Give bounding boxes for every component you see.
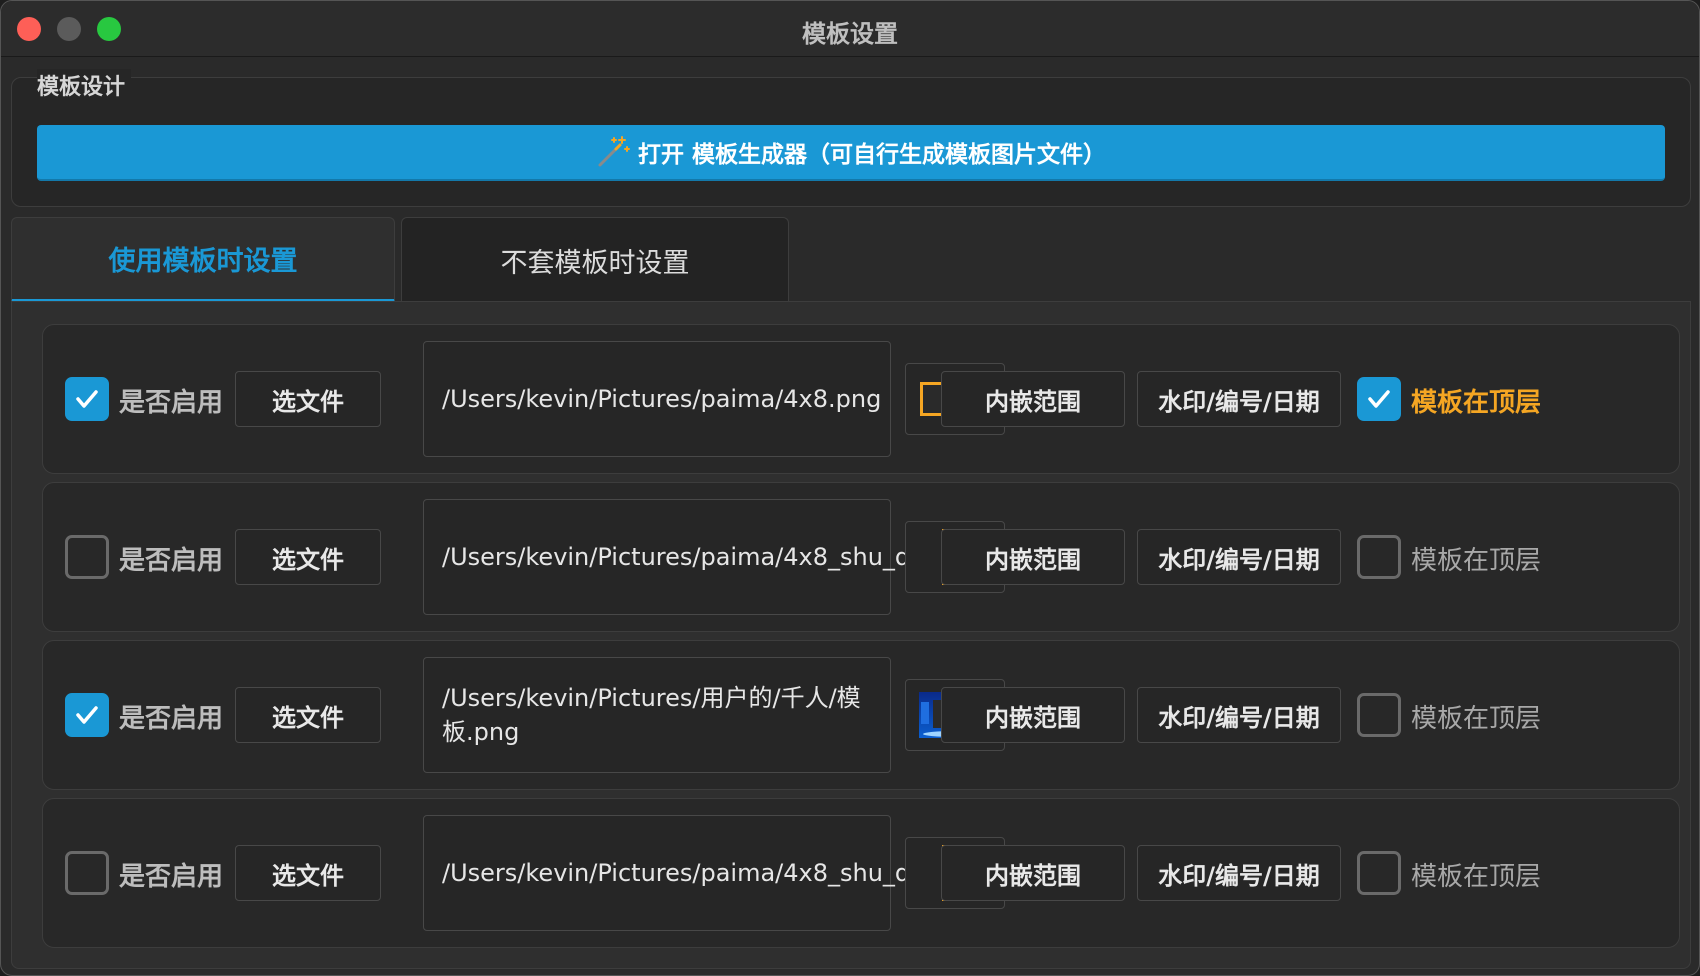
file-path-text: /Users/kevin/Pictures/用户的/千人/模板.png — [442, 684, 861, 746]
template-on-top-label: 模板在顶层 — [1411, 388, 1542, 418]
title-bar: 模板设置 — [1, 1, 1699, 57]
embed-range-button[interactable]: 内嵌范围 — [941, 687, 1125, 743]
template-row: 是否启用 选文件 /Users/kevin/Pictures/用户的/千人/模板… — [42, 640, 1680, 790]
tab-with-template[interactable]: 使用模板时设置 — [11, 217, 395, 303]
checkmark-icon — [76, 390, 98, 408]
watermark-number-date-button[interactable]: 水印/编号/日期 — [1137, 845, 1341, 901]
template-settings-window: 模板设置 模板设计 打开 模板生成器（可自行生成模板图片文件） 使用模板时设置 … — [0, 0, 1700, 976]
open-template-generator-button[interactable]: 打开 模板生成器（可自行生成模板图片文件） — [37, 125, 1665, 181]
enable-checkbox[interactable] — [65, 693, 109, 737]
choose-file-button[interactable]: 选文件 — [235, 371, 381, 427]
template-on-top-checkbox[interactable] — [1357, 377, 1401, 421]
template-row: 是否启用 选文件 /Users/kevin/Pictures/paima/4x8… — [42, 482, 1680, 632]
embed-range-button[interactable]: 内嵌范围 — [941, 845, 1125, 901]
file-path-field: /Users/kevin/Pictures/paima/4x8_shu_debu… — [423, 815, 1024, 931]
enable-label: 是否启用 — [119, 546, 224, 576]
embed-range-button[interactable]: 内嵌范围 — [941, 371, 1125, 427]
enable-checkbox[interactable] — [65, 851, 109, 895]
template-on-top-label: 模板在顶层 — [1411, 704, 1542, 734]
template-row: 是否启用 选文件 /Users/kevin/Pictures/paima/4x8… — [42, 324, 1680, 474]
window-title: 模板设置 — [802, 20, 898, 48]
enable-checkbox[interactable] — [65, 377, 109, 421]
magic-wand-icon — [598, 136, 630, 167]
choose-file-button[interactable]: 选文件 — [235, 687, 381, 743]
choose-file-button[interactable]: 选文件 — [235, 845, 381, 901]
enable-checkbox[interactable] — [65, 535, 109, 579]
template-settings-panel: 是否启用 选文件 /Users/kevin/Pictures/paima/4x8… — [11, 301, 1691, 969]
file-path-field: /Users/kevin/Pictures/用户的/千人/模板.png — [423, 657, 891, 773]
checkmark-icon — [76, 706, 98, 724]
file-path-text: /Users/kevin/Pictures/paima/4x8.png — [442, 385, 882, 413]
tab-without-template[interactable]: 不套模板时设置 — [401, 217, 789, 303]
choose-file-button[interactable]: 选文件 — [235, 529, 381, 585]
template-design-title: 模板设计 — [37, 69, 132, 101]
enable-label: 是否启用 — [119, 862, 224, 892]
template-on-top-label: 模板在顶层 — [1411, 546, 1542, 576]
watermark-number-date-button[interactable]: 水印/编号/日期 — [1137, 687, 1341, 743]
watermark-number-date-button[interactable]: 水印/编号/日期 — [1137, 371, 1341, 427]
template-on-top-label: 模板在顶层 — [1411, 862, 1542, 892]
template-on-top-checkbox[interactable] — [1357, 535, 1401, 579]
template-row: 是否启用 选文件 /Users/kevin/Pictures/paima/4x8… — [42, 798, 1680, 948]
watermark-number-date-button[interactable]: 水印/编号/日期 — [1137, 529, 1341, 585]
template-on-top-checkbox[interactable] — [1357, 851, 1401, 895]
enable-label: 是否启用 — [119, 388, 224, 418]
enable-label: 是否启用 — [119, 704, 224, 734]
embed-range-button[interactable]: 内嵌范围 — [941, 529, 1125, 585]
template-on-top-checkbox[interactable] — [1357, 693, 1401, 737]
file-path-field: /Users/kevin/Pictures/paima/4x8.png — [423, 341, 891, 457]
generator-button-label: 打开 模板生成器（可自行生成模板图片文件） — [637, 142, 1106, 168]
checkmark-icon — [1368, 390, 1390, 408]
file-path-field: /Users/kevin/Pictures/paima/4x8_shu_duo.… — [423, 499, 993, 615]
